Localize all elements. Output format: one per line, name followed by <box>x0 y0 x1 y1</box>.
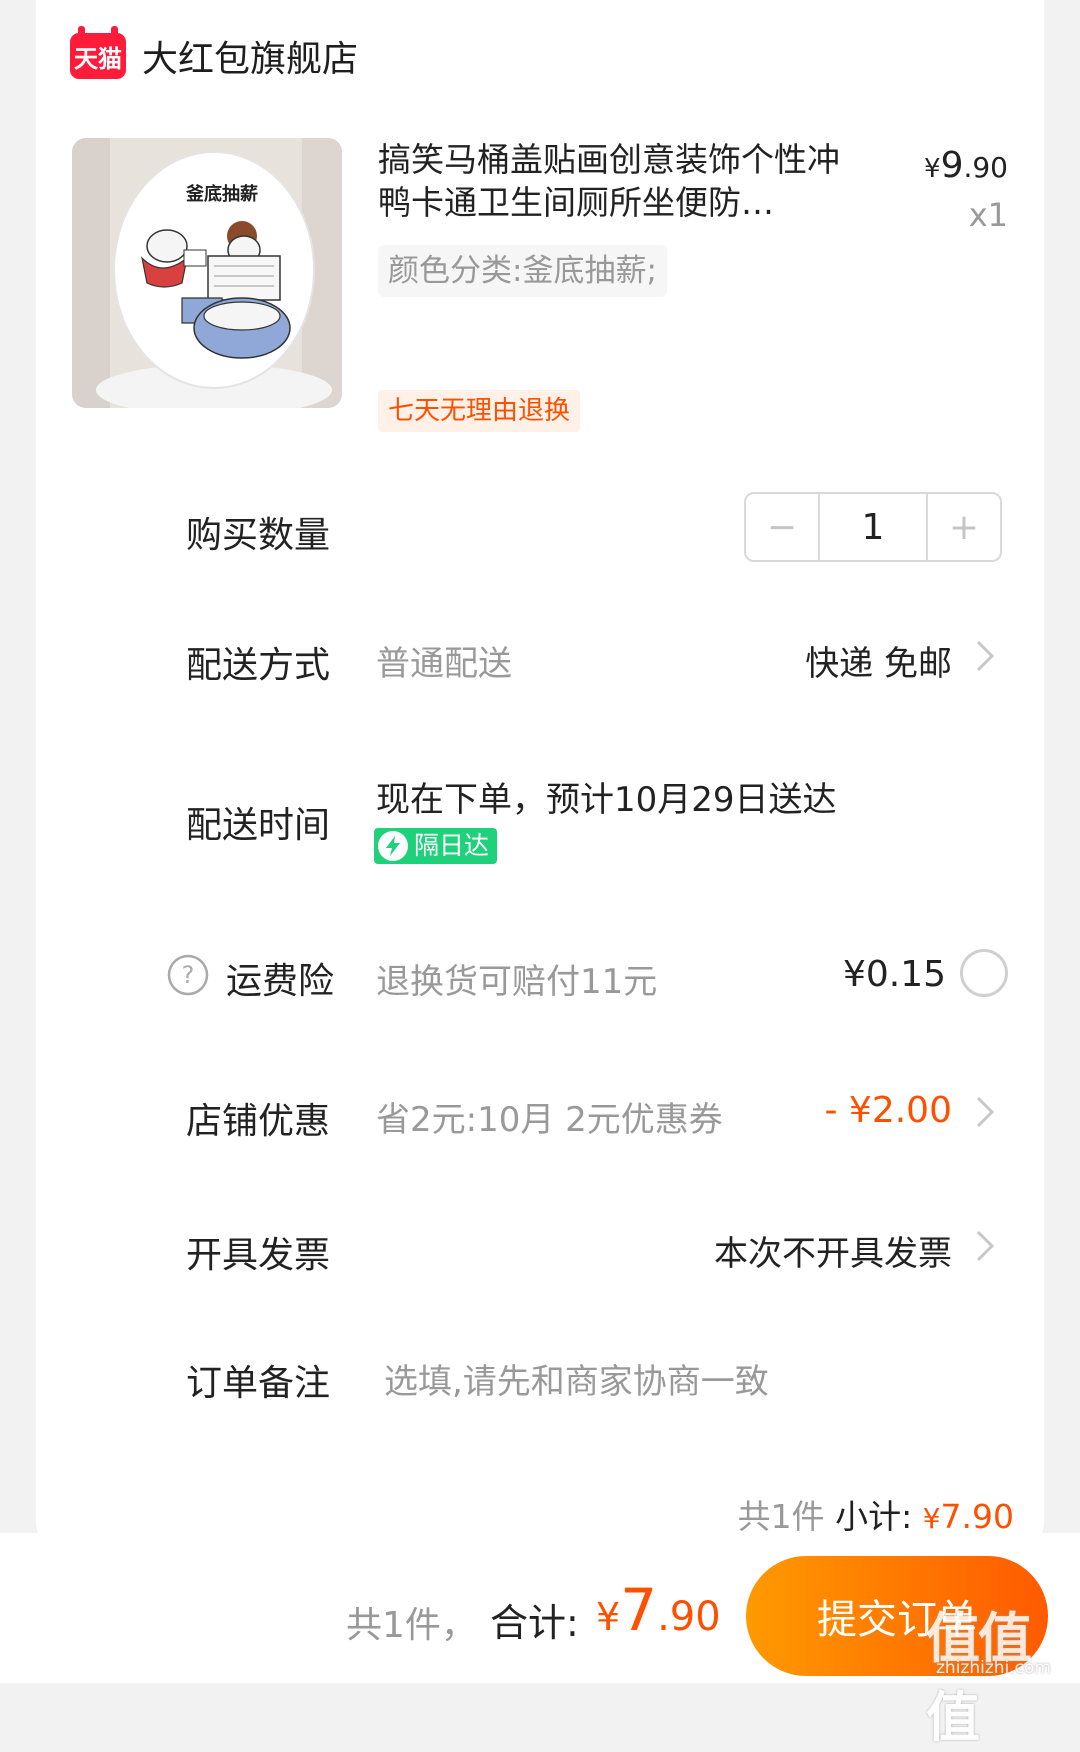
product-image[interactable]: 釜底抽薪 <box>72 138 342 408</box>
quantity-value[interactable]: 1 <box>818 494 928 560</box>
quantity-decrease-button[interactable]: − <box>746 494 818 560</box>
subtotal: 共1件 小计: ¥7.90 <box>738 1490 1014 1538</box>
quantity-increase-button[interactable]: + <box>928 494 1000 560</box>
quantity-label: 购买数量 <box>186 515 331 556</box>
shipping-insurance-desc: 退换货可赔付11元 <box>376 962 658 1002</box>
delivery-method-value[interactable]: 快递 免邮 <box>805 636 952 685</box>
delivery-time-label: 配送时间 <box>186 805 331 846</box>
store-discount-value[interactable]: - ¥2.00 <box>825 1090 953 1131</box>
store-header[interactable]: 天猫 大红包旗舰店 <box>70 26 359 84</box>
invoice-label: 开具发票 <box>186 1235 331 1276</box>
discount-chevron-right-icon[interactable] <box>966 1090 1002 1134</box>
store-discount-label: 店铺优惠 <box>186 1101 331 1142</box>
subtotal-amount: ¥7.90 <box>922 1497 1014 1536</box>
product-quantity-multiplier: x1 <box>968 196 1008 234</box>
product-title[interactable]: 搞笑马桶盖贴画创意装饰个性冲鸭卡通卫生间厕所坐便防… <box>378 138 858 224</box>
shipping-insurance-radio[interactable] <box>960 949 1008 997</box>
return-policy-tag: 七天无理由退换 <box>378 390 581 432</box>
next-day-badge-text: 隔日达 <box>414 831 490 860</box>
invoice-chevron-right-icon[interactable] <box>966 1224 1002 1268</box>
invoice-value[interactable]: 本次不开具发票 <box>714 1226 952 1275</box>
delivery-time-estimate: 现在下单，预计10月29日送达 <box>376 780 837 820</box>
delivery-chevron-right-icon[interactable] <box>966 634 1002 678</box>
total-item-count: 共1件， <box>346 1605 477 1646</box>
subtotal-count: 共1件 <box>737 1497 825 1536</box>
store-name: 大红包旗舰店 <box>142 39 359 80</box>
subtotal-label: 小计: <box>835 1497 913 1536</box>
watermark-logo: 值值值 zhizhizhi.com <box>926 1607 1051 1749</box>
product-price: ¥9.90 <box>924 145 1008 186</box>
order-remark-label: 订单备注 <box>186 1363 331 1404</box>
store-discount-desc[interactable]: 省2元:10月 2元优惠券 <box>376 1092 723 1141</box>
lightning-bolt-icon <box>378 831 408 861</box>
total-label: 合计: <box>490 1601 579 1645</box>
delivery-method-label: 配送方式 <box>186 645 331 686</box>
next-day-badge: 隔日达 <box>374 828 498 864</box>
product-image-caption: 釜底抽薪 <box>185 183 258 205</box>
product-spec: 颜色分类:釜底抽薪; <box>378 245 667 297</box>
tmall-logo-icon: 天猫 <box>70 26 126 79</box>
svg-text:?: ? <box>182 961 195 989</box>
quantity-stepper[interactable]: − 1 + <box>744 492 1002 562</box>
shipping-insurance-label: 运费险 <box>226 961 335 1002</box>
shipping-insurance-price: ¥0.15 <box>842 954 946 995</box>
order-remark-input[interactable]: 选填,请先和商家协商一致 <box>384 1354 769 1403</box>
total-amount: ¥7.90 <box>596 1576 721 1644</box>
question-help-icon[interactable]: ? <box>166 953 210 997</box>
delivery-method-type: 普通配送 <box>376 644 512 684</box>
